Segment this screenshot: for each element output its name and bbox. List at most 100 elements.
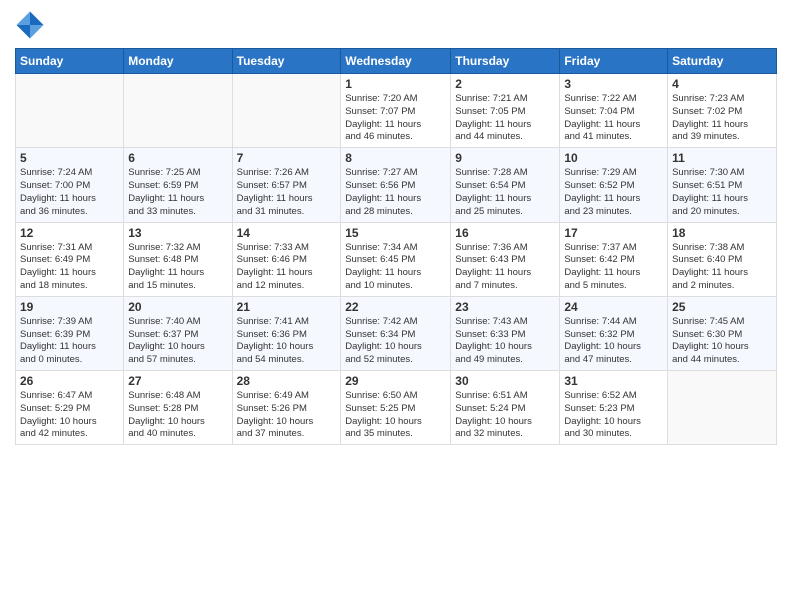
calendar-cell: 10 Sunrise: 7:29 AM Sunset: 6:52 PM Dayli… — [560, 148, 668, 222]
day-number: 23 — [455, 300, 555, 314]
calendar-cell: 12 Sunrise: 7:31 AM Sunset: 6:49 PM Dayli… — [16, 222, 124, 296]
day-number: 5 — [20, 151, 119, 165]
day-number: 8 — [345, 151, 446, 165]
day-info: Sunrise: 7:34 AM Sunset: 6:45 PM Dayligh… — [345, 242, 446, 293]
calendar-cell: 25Sunrise: 7:45 AM Sunset: 6:30 PM Dayli… — [668, 296, 777, 370]
calendar-cell: 22 Sunrise: 7:42 AM Sunset: 6:34 PM Dayli… — [341, 296, 451, 370]
calendar-cell: 1 Sunrise: 7:20 AM Sunset: 7:07 PM Daylig… — [341, 74, 451, 148]
day-number: 6 — [128, 151, 227, 165]
page: SundayMondayTuesdayWednesdayThursdayFrid… — [0, 0, 792, 612]
day-info: Sunrise: 7:32 AM Sunset: 6:48 PM Dayligh… — [128, 242, 227, 293]
calendar-header-saturday: Saturday — [668, 49, 777, 74]
day-number: 1 — [345, 77, 446, 91]
day-info: Sunrise: 7:37 AM Sunset: 6:42 PM Dayligh… — [564, 242, 663, 293]
day-info: Sunrise: 7:40 AM Sunset: 6:37 PM Dayligh… — [128, 316, 227, 367]
calendar-week-row: 19Sunrise: 7:39 AM Sunset: 6:39 PM Dayli… — [16, 296, 777, 370]
day-number: 24 — [564, 300, 663, 314]
calendar-cell: 17 Sunrise: 7:37 AM Sunset: 6:42 PM Dayli… — [560, 222, 668, 296]
day-number: 28 — [237, 374, 337, 388]
calendar-cell — [232, 74, 341, 148]
day-info: Sunrise: 7:30 AM Sunset: 6:51 PM Dayligh… — [672, 167, 772, 218]
day-number: 12 — [20, 226, 119, 240]
calendar-header-wednesday: Wednesday — [341, 49, 451, 74]
calendar-week-row: 26 Sunrise: 6:47 AM Sunset: 5:29 PM Dayli… — [16, 371, 777, 445]
day-number: 21 — [237, 300, 337, 314]
day-number: 17 — [564, 226, 663, 240]
day-info: Sunrise: 7:27 AM Sunset: 6:56 PM Dayligh… — [345, 167, 446, 218]
calendar-week-row: 1 Sunrise: 7:20 AM Sunset: 7:07 PM Daylig… — [16, 74, 777, 148]
calendar-cell: 29 Sunrise: 6:50 AM Sunset: 5:25 PM Dayli… — [341, 371, 451, 445]
calendar-week-row: 5 Sunrise: 7:24 AM Sunset: 7:00 PM Daylig… — [16, 148, 777, 222]
calendar-cell — [16, 74, 124, 148]
day-info: Sunrise: 7:28 AM Sunset: 6:54 PM Dayligh… — [455, 167, 555, 218]
day-number: 14 — [237, 226, 337, 240]
calendar-cell: 27 Sunrise: 6:48 AM Sunset: 5:28 PM Dayli… — [124, 371, 232, 445]
day-info: Sunrise: 7:38 AM Sunset: 6:40 PM Dayligh… — [672, 242, 772, 293]
calendar-cell — [668, 371, 777, 445]
header — [15, 10, 777, 40]
calendar-cell: 23 Sunrise: 7:43 AM Sunset: 6:33 PM Dayli… — [451, 296, 560, 370]
day-info: Sunrise: 7:42 AM Sunset: 6:34 PM Dayligh… — [345, 316, 446, 367]
calendar-header-friday: Friday — [560, 49, 668, 74]
day-number: 11 — [672, 151, 772, 165]
calendar-cell: 9 Sunrise: 7:28 AM Sunset: 6:54 PM Daylig… — [451, 148, 560, 222]
day-info: Sunrise: 6:47 AM Sunset: 5:29 PM Dayligh… — [20, 390, 119, 441]
day-info: Sunrise: 7:29 AM Sunset: 6:52 PM Dayligh… — [564, 167, 663, 218]
calendar-cell: 11 Sunrise: 7:30 AM Sunset: 6:51 PM Dayli… — [668, 148, 777, 222]
day-info: Sunrise: 7:33 AM Sunset: 6:46 PM Dayligh… — [237, 242, 337, 293]
calendar-header-monday: Monday — [124, 49, 232, 74]
day-info: Sunrise: 7:31 AM Sunset: 6:49 PM Dayligh… — [20, 242, 119, 293]
day-info: Sunrise: 7:36 AM Sunset: 6:43 PM Dayligh… — [455, 242, 555, 293]
day-info: Sunrise: 6:50 AM Sunset: 5:25 PM Dayligh… — [345, 390, 446, 441]
day-number: 31 — [564, 374, 663, 388]
day-number: 4 — [672, 77, 772, 91]
day-info: Sunrise: 7:39 AM Sunset: 6:39 PM Dayligh… — [20, 316, 119, 367]
calendar-cell: 6Sunrise: 7:25 AM Sunset: 6:59 PM Daylig… — [124, 148, 232, 222]
calendar-cell: 20Sunrise: 7:40 AM Sunset: 6:37 PM Dayli… — [124, 296, 232, 370]
calendar-cell: 18 Sunrise: 7:38 AM Sunset: 6:40 PM Dayli… — [668, 222, 777, 296]
calendar-cell: 3 Sunrise: 7:22 AM Sunset: 7:04 PM Daylig… — [560, 74, 668, 148]
day-number: 16 — [455, 226, 555, 240]
calendar-cell: 4 Sunrise: 7:23 AM Sunset: 7:02 PM Daylig… — [668, 74, 777, 148]
day-info: Sunrise: 7:22 AM Sunset: 7:04 PM Dayligh… — [564, 93, 663, 144]
calendar-cell: 21 Sunrise: 7:41 AM Sunset: 6:36 PM Dayli… — [232, 296, 341, 370]
day-info: Sunrise: 6:48 AM Sunset: 5:28 PM Dayligh… — [128, 390, 227, 441]
day-info: Sunrise: 6:51 AM Sunset: 5:24 PM Dayligh… — [455, 390, 555, 441]
day-info: Sunrise: 7:26 AM Sunset: 6:57 PM Dayligh… — [237, 167, 337, 218]
day-number: 2 — [455, 77, 555, 91]
calendar-cell: 19Sunrise: 7:39 AM Sunset: 6:39 PM Dayli… — [16, 296, 124, 370]
day-info: Sunrise: 6:49 AM Sunset: 5:26 PM Dayligh… — [237, 390, 337, 441]
day-number: 13 — [128, 226, 227, 240]
day-info: Sunrise: 7:21 AM Sunset: 7:05 PM Dayligh… — [455, 93, 555, 144]
day-number: 18 — [672, 226, 772, 240]
calendar-header-tuesday: Tuesday — [232, 49, 341, 74]
calendar-cell: 2 Sunrise: 7:21 AM Sunset: 7:05 PM Daylig… — [451, 74, 560, 148]
calendar-cell: 8 Sunrise: 7:27 AM Sunset: 6:56 PM Daylig… — [341, 148, 451, 222]
day-number: 15 — [345, 226, 446, 240]
calendar-cell: 31 Sunrise: 6:52 AM Sunset: 5:23 PM Dayli… — [560, 371, 668, 445]
calendar-cell: 7 Sunrise: 7:26 AM Sunset: 6:57 PM Daylig… — [232, 148, 341, 222]
calendar-week-row: 12 Sunrise: 7:31 AM Sunset: 6:49 PM Dayli… — [16, 222, 777, 296]
day-info: Sunrise: 6:52 AM Sunset: 5:23 PM Dayligh… — [564, 390, 663, 441]
day-number: 30 — [455, 374, 555, 388]
day-number: 10 — [564, 151, 663, 165]
day-info: Sunrise: 7:24 AM Sunset: 7:00 PM Dayligh… — [20, 167, 119, 218]
calendar-cell: 16 Sunrise: 7:36 AM Sunset: 6:43 PM Dayli… — [451, 222, 560, 296]
day-info: Sunrise: 7:41 AM Sunset: 6:36 PM Dayligh… — [237, 316, 337, 367]
day-info: Sunrise: 7:23 AM Sunset: 7:02 PM Dayligh… — [672, 93, 772, 144]
day-number: 3 — [564, 77, 663, 91]
day-number: 26 — [20, 374, 119, 388]
day-info: Sunrise: 7:44 AM Sunset: 6:32 PM Dayligh… — [564, 316, 663, 367]
day-info: Sunrise: 7:43 AM Sunset: 6:33 PM Dayligh… — [455, 316, 555, 367]
day-number: 29 — [345, 374, 446, 388]
day-info: Sunrise: 7:20 AM Sunset: 7:07 PM Dayligh… — [345, 93, 446, 144]
day-number: 22 — [345, 300, 446, 314]
day-number: 7 — [237, 151, 337, 165]
calendar-header-row: SundayMondayTuesdayWednesdayThursdayFrid… — [16, 49, 777, 74]
calendar-cell: 15 Sunrise: 7:34 AM Sunset: 6:45 PM Dayli… — [341, 222, 451, 296]
day-number: 9 — [455, 151, 555, 165]
day-number: 25 — [672, 300, 772, 314]
calendar-cell: 14 Sunrise: 7:33 AM Sunset: 6:46 PM Dayli… — [232, 222, 341, 296]
day-number: 27 — [128, 374, 227, 388]
calendar-header-thursday: Thursday — [451, 49, 560, 74]
